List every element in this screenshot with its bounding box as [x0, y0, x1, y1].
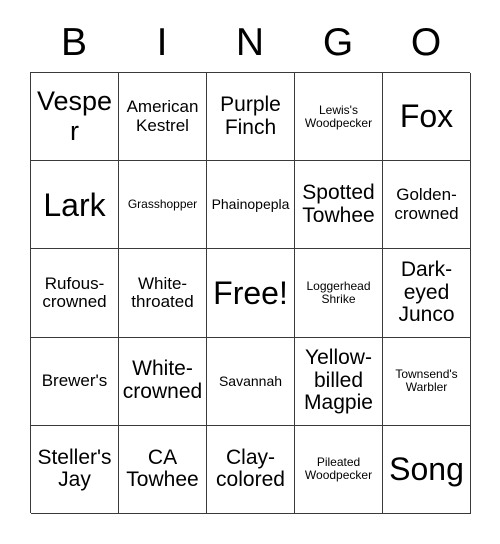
bingo-cell-label: Song — [389, 451, 464, 488]
header-letter-g: G — [322, 20, 354, 64]
bingo-cell-label: Free! — [213, 274, 288, 311]
bingo-card: B I N G O Vesper American Kestrel Purple… — [0, 0, 500, 544]
bingo-cell[interactable]: Rufous-crowned — [31, 249, 119, 338]
bingo-cell[interactable]: White-throated — [119, 249, 207, 338]
bingo-cell-label: Fox — [399, 98, 454, 135]
bingo-cell[interactable]: Savannah — [207, 337, 295, 426]
bingo-cell[interactable]: White-crowned — [119, 337, 207, 426]
bingo-cell-free[interactable]: Free! — [207, 249, 295, 338]
bingo-row: Lark Grasshopper Phainopepla Spotted Tow… — [31, 161, 471, 250]
bingo-cell[interactable]: Fox — [383, 73, 471, 162]
bingo-row: Steller's Jay CA Towhee Clay-colored Pil… — [31, 425, 471, 514]
bingo-cell[interactable]: Golden-crowned — [383, 161, 471, 250]
bingo-cell[interactable]: Yellow-billed Magpie — [295, 337, 383, 426]
bingo-cell-label: White-crowned — [122, 357, 203, 404]
bingo-cell-label: American Kestrel — [126, 97, 199, 135]
bingo-cell-label: Dark-eyed Junco — [398, 257, 455, 327]
bingo-cell-label: Phainopepla — [211, 196, 290, 213]
bingo-cell[interactable]: Townsend's Warbler — [383, 337, 471, 426]
bingo-cell-label: Pileated Woodpecker — [304, 455, 373, 483]
bingo-cell-label: Rufous-crowned — [42, 273, 107, 311]
bingo-cell-label: Golden-crowned — [394, 185, 459, 223]
bingo-cell[interactable]: Steller's Jay — [31, 425, 119, 514]
bingo-cell[interactable]: Purple Finch — [207, 73, 295, 162]
bingo-cell[interactable]: Clay-colored — [207, 425, 295, 514]
header-letter-i: I — [156, 20, 168, 64]
bingo-cell-label: Yellow-billed Magpie — [304, 346, 373, 415]
bingo-cell[interactable]: Spotted Towhee — [295, 161, 383, 250]
bingo-cell-label: Clay-colored — [216, 445, 285, 492]
bingo-cell[interactable]: Brewer's — [31, 337, 119, 426]
bingo-cell[interactable]: Vesper — [31, 73, 119, 162]
bingo-cell-label: Vesper — [36, 86, 113, 146]
bingo-cell-label: Lewis's Woodpecker — [304, 102, 373, 130]
bingo-cell-label: Purple Finch — [220, 92, 281, 139]
bingo-row: Brewer's White-crowned Savannah Yellow-b… — [31, 337, 471, 426]
bingo-cell-label: Spotted Towhee — [302, 181, 375, 227]
bingo-cell[interactable]: Grasshopper — [119, 161, 207, 250]
bingo-row: Vesper American Kestrel Purple Finch Lew… — [31, 73, 471, 162]
bingo-cell[interactable]: Lark — [31, 161, 119, 250]
bingo-cell[interactable]: Phainopepla — [207, 161, 295, 250]
bingo-header: B I N G O — [30, 16, 470, 68]
bingo-row: Rufous-crowned White-throated Free! Logg… — [31, 249, 471, 338]
bingo-cell-label: Brewer's — [41, 370, 108, 390]
bingo-cell[interactable]: Song — [383, 425, 471, 514]
header-letter-o: O — [410, 20, 442, 64]
bingo-cell-label: Grasshopper — [127, 197, 198, 212]
bingo-cell-label: Lark — [43, 186, 106, 223]
bingo-cell-label: Savannah — [218, 372, 283, 389]
bingo-cell-label: CA Towhee — [126, 445, 199, 492]
bingo-cell[interactable]: Loggerhead Shrike — [295, 249, 383, 338]
bingo-cell-label: White-throated — [131, 273, 194, 311]
bingo-grid: Vesper American Kestrel Purple Finch Lew… — [30, 72, 471, 514]
bingo-cell[interactable]: Lewis's Woodpecker — [295, 73, 383, 162]
bingo-cell[interactable]: American Kestrel — [119, 73, 207, 162]
bingo-cell[interactable]: CA Towhee — [119, 425, 207, 514]
bingo-cell[interactable]: Dark-eyed Junco — [383, 249, 471, 338]
bingo-cell-label: Townsend's Warbler — [395, 367, 458, 395]
header-letter-b: B — [60, 20, 87, 64]
bingo-cell[interactable]: Pileated Woodpecker — [295, 425, 383, 514]
header-letter-n: N — [235, 20, 265, 64]
bingo-cell-label: Steller's Jay — [37, 445, 112, 492]
bingo-cell-label: Loggerhead Shrike — [306, 279, 371, 306]
